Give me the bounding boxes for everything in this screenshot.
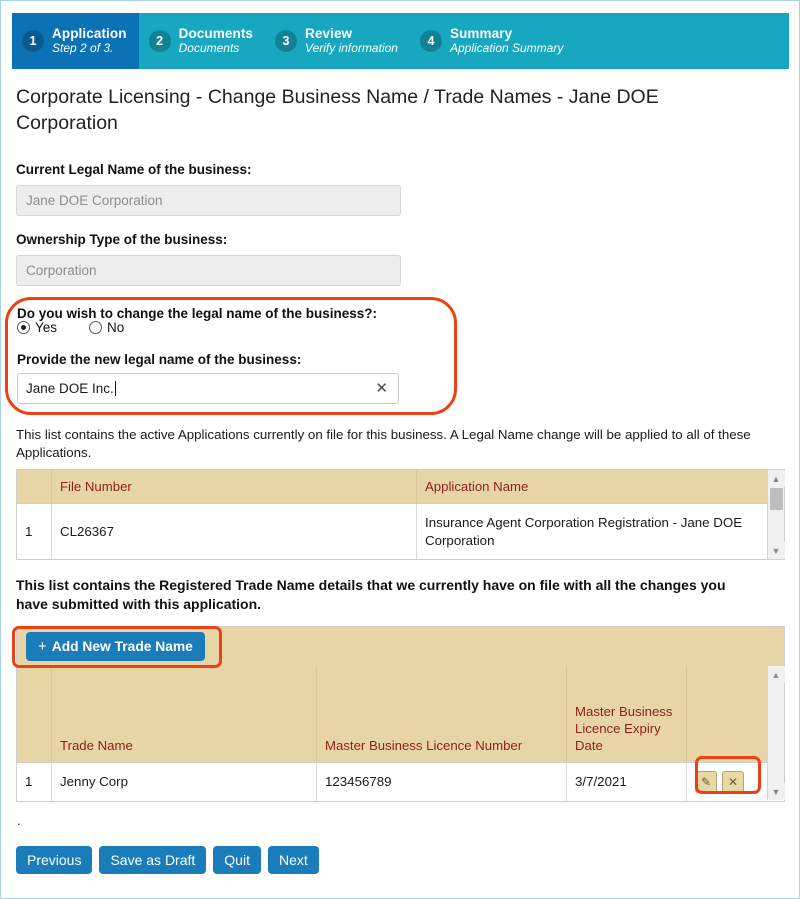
trade-names-table: + Add New Trade Name Trade Name Master B… [16,626,785,802]
column-header-index [17,470,52,503]
step-subtitle: Application Summary [449,40,564,55]
radio-no-indicator[interactable] [89,321,103,334]
trade-names-description: This list contains the Registered Trade … [16,577,726,613]
row-application-name: Insurance Agent Corporation Registration… [425,514,743,548]
step-number-badge: 4 [419,30,442,52]
trade-names-table-scrollbar[interactable]: ▲ ▼ [767,666,785,800]
radio-option-yes[interactable]: Yes [17,320,57,335]
quit-button[interactable]: Quit [213,846,261,874]
current-legal-name-label: Current Legal Name of the business: [16,162,252,177]
applications-table-scrollbar[interactable]: ▲ ▼ [767,470,785,559]
step-subtitle: Step 2 of 3. [52,40,114,55]
applications-description: This list contains the active Applicatio… [16,427,751,460]
new-legal-name-value: Jane DOE Inc. [26,381,114,396]
page-title: Corporate Licensing - Change Business Na… [16,86,659,134]
row-actions: ✎ ✕ [687,763,771,801]
column-header-trade-name: Trade Name [52,666,317,762]
row-expiry-date: 3/7/2021 [567,763,687,801]
radio-no-label: No [107,320,125,335]
wizard-step-documents[interactable]: 2 Documents Documents [138,13,266,69]
column-header-expiry-date: Master Business Licence Expiry Date [567,666,687,762]
change-legal-name-question-label: Do you wish to change the legal name of … [17,306,378,321]
step-number-badge: 3 [275,30,298,52]
scroll-up-icon[interactable]: ▲ [767,470,785,487]
step-title: Summary [449,26,513,42]
radio-yes-indicator[interactable] [17,321,30,334]
step-title: Review [305,26,353,42]
applications-table-header: File Number Application Name [17,470,784,503]
trade-names-table-header: Trade Name Master Business Licence Numbe… [17,666,784,762]
row-file-number: CL26367 [52,504,417,559]
scroll-down-icon[interactable]: ▼ [767,783,785,800]
delete-icon[interactable]: ✕ [722,771,744,793]
step-number-badge: 1 [22,30,44,52]
ownership-type-field: Corporation [16,255,401,286]
column-header-application-name: Application Name [425,479,529,495]
step-title: Application [52,26,127,42]
radio-yes-label: Yes [35,320,58,335]
step-number-badge: 2 [148,30,171,52]
add-new-trade-name-button[interactable]: + Add New Trade Name [26,632,205,661]
wizard-step-summary[interactable]: 4 Summary Application Summary [409,13,576,69]
previous-button[interactable]: Previous [16,846,93,874]
clear-icon[interactable]: ✕ [375,381,390,396]
plus-icon: + [38,638,47,655]
current-legal-name-field: Jane DOE Corporation [16,185,401,216]
step-title: Documents [178,26,254,42]
new-legal-name-input[interactable]: Jane DOE Inc. ✕ [17,373,399,404]
column-header-actions [687,666,771,762]
add-new-trade-name-label: Add New Trade Name [51,638,193,654]
change-legal-name-radio-group: Yes No [17,320,156,335]
step-subtitle: Documents [178,40,240,55]
wizard-step-review[interactable]: 3 Review Verify information [265,13,410,69]
row-mbl-number: 123456789 [317,763,567,801]
scroll-thumb[interactable] [769,488,783,510]
applications-table: File Number Application Name 1 CL26367 I… [16,469,785,560]
save-as-draft-button[interactable]: Save as Draft [99,846,207,874]
table-row[interactable]: 1 Jenny Corp 123456789 3/7/2021 ✎ ✕ [17,762,784,801]
ownership-type-label: Ownership Type of the business: [16,232,228,247]
column-header-index [17,666,52,762]
application-page: 1 Application Step 2 of 3. 2 Documents D… [0,0,800,899]
table-row[interactable]: 1 CL26367 Insurance Agent Corporation Re… [17,503,784,559]
footer-button-bar: Previous Save as Draft Quit Next [16,846,319,874]
row-index: 1 [17,763,52,801]
scroll-down-icon[interactable]: ▼ [767,542,785,559]
scroll-up-icon[interactable]: ▲ [767,666,785,683]
text-caret [114,381,116,396]
row-index: 1 [17,504,52,559]
step-subtitle: Verify information [305,40,398,55]
wizard-step-bar: 1 Application Step 2 of 3. 2 Documents D… [12,13,789,69]
edit-icon[interactable]: ✎ [695,771,717,793]
column-header-mbl-number: Master Business Licence Number [317,666,567,762]
trade-names-toolbar: + Add New Trade Name [17,627,784,666]
radio-option-no[interactable]: No [89,320,124,335]
next-button[interactable]: Next [267,846,319,874]
footer-marker: . [17,813,21,828]
new-legal-name-label: Provide the new legal name of the busine… [17,352,302,367]
column-header-file-number: File Number [52,470,417,503]
row-trade-name: Jenny Corp [52,763,317,801]
wizard-step-application[interactable]: 1 Application Step 2 of 3. [12,13,139,69]
